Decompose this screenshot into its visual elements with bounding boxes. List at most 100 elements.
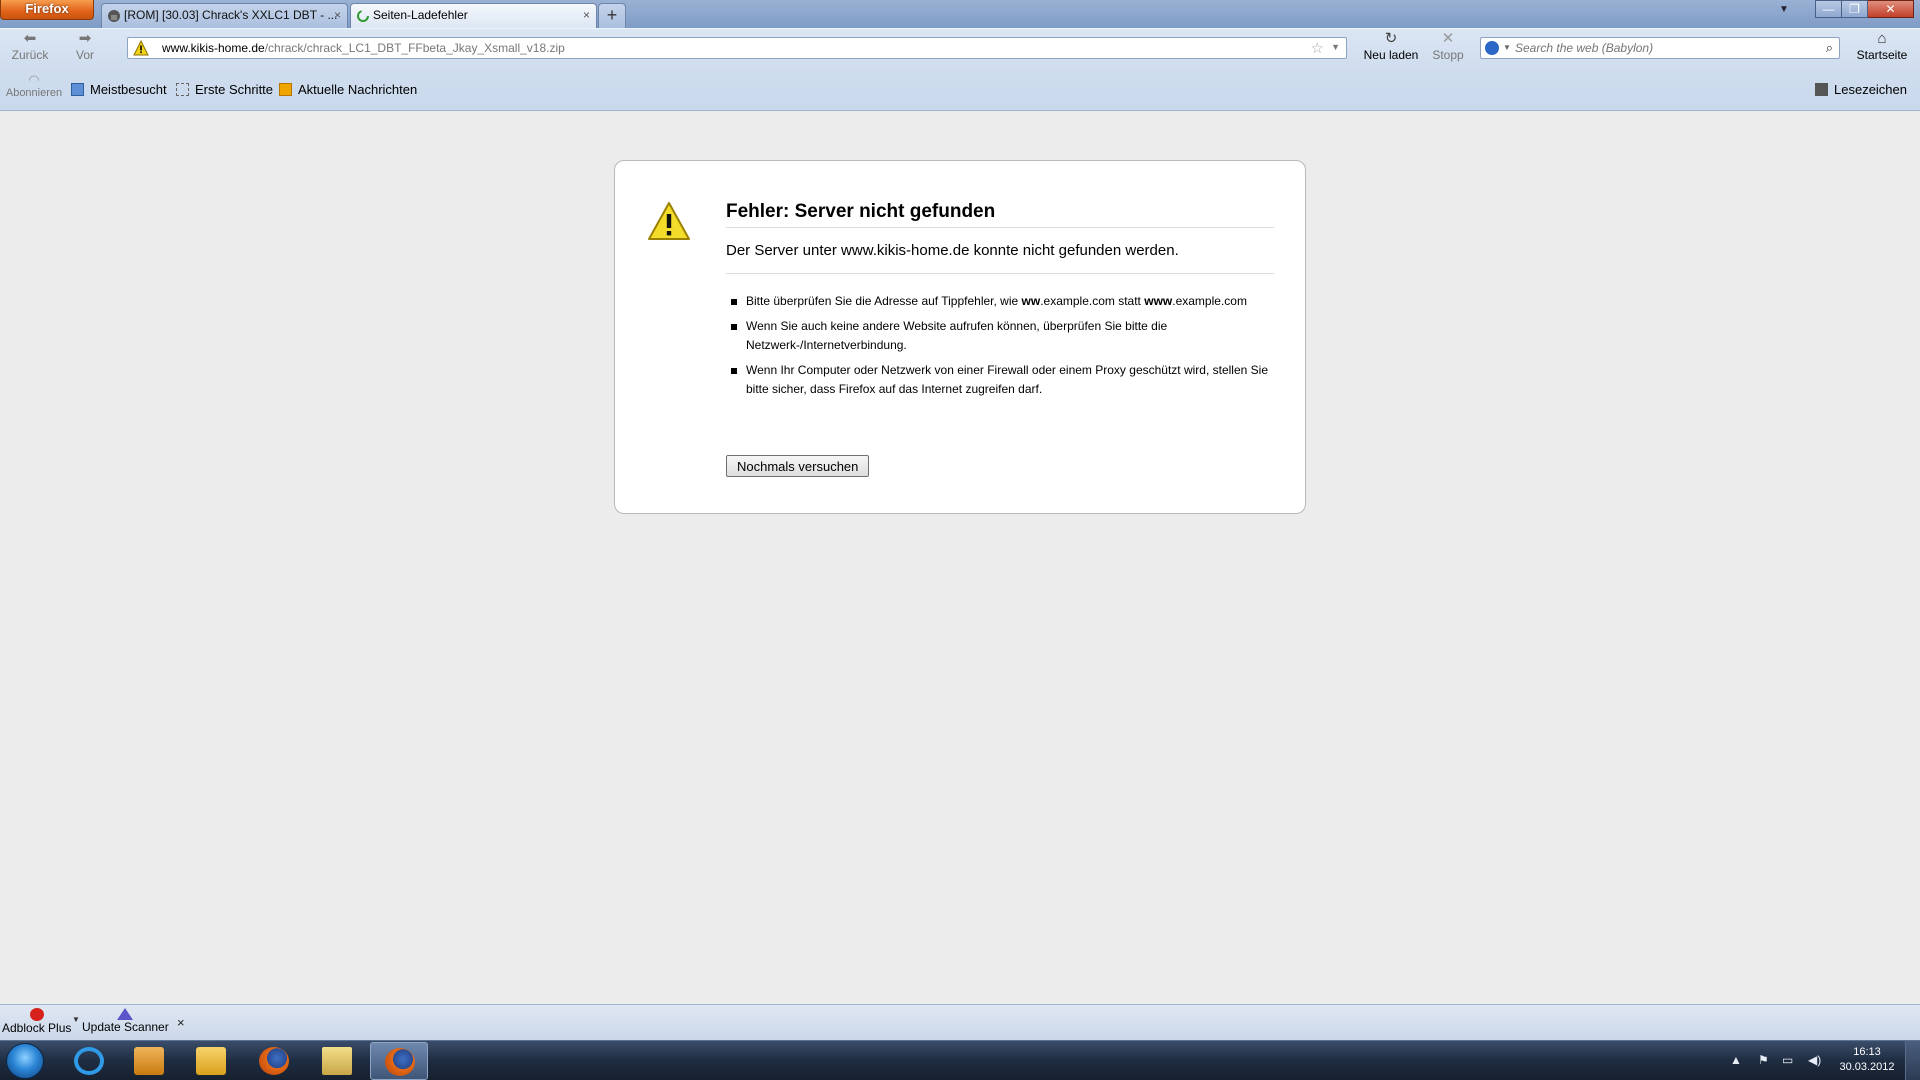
bookmark-getting-started[interactable]: Erste Schritte xyxy=(176,82,273,97)
show-hidden-icons-icon[interactable]: ▲ xyxy=(1730,1053,1742,1067)
clock-time: 16:13 xyxy=(1853,1046,1881,1058)
stop-label: Stopp xyxy=(1432,48,1464,62)
list-all-tabs-icon[interactable]: ▼ xyxy=(1779,4,1789,15)
tab-label: Seiten-Ladefehler xyxy=(373,8,468,22)
smart-folder-icon xyxy=(71,83,84,96)
error-panel: Fehler: Server nicht gefunden Der Server… xyxy=(614,160,1306,514)
home-button[interactable]: ⌂ Startseite xyxy=(1852,30,1912,63)
android-icon xyxy=(108,10,120,22)
error-title: Fehler: Server nicht gefunden xyxy=(726,201,1274,228)
taskbar-mail[interactable] xyxy=(182,1042,240,1080)
navigation-toolbar: ⬅ Zurück ➡ Vor www.kikis-home.de/chrack/… xyxy=(0,28,1920,68)
explorer-folder-icon xyxy=(322,1047,352,1075)
update-scanner-icon xyxy=(117,1008,134,1020)
firefox-menu-button[interactable]: Firefox xyxy=(0,0,94,20)
warning-icon xyxy=(133,40,149,56)
list-item: Wenn Sie auch keine andere Website aufru… xyxy=(726,317,1274,355)
reload-label: Neu laden xyxy=(1363,48,1419,62)
addon-bar-close-icon[interactable]: × xyxy=(177,1015,185,1030)
retry-button[interactable]: Nochmals versuchen xyxy=(726,455,870,477)
update-scanner-button[interactable]: Update Scanner xyxy=(82,1008,169,1034)
bookmark-label: Meistbesucht xyxy=(90,82,167,97)
list-item: Wenn Ihr Computer oder Netzwerk von eine… xyxy=(726,361,1274,399)
home-icon: ⌂ xyxy=(1877,30,1887,47)
addon-bar: Adblock Plus ▼ Update Scanner × xyxy=(0,1004,1920,1040)
error-description: Der Server unter www.kikis-home.de konnt… xyxy=(726,242,1274,274)
loading-spinner-icon xyxy=(357,10,369,22)
bookmarks-star-icon xyxy=(1815,83,1828,96)
blank-page-icon xyxy=(176,83,189,96)
bookmarks-menu-label: Lesezeichen xyxy=(1834,82,1907,97)
search-magnifier-icon[interactable]: ⌕ xyxy=(1826,40,1833,56)
forward-button[interactable]: ➡ Vor xyxy=(66,30,104,63)
taskbar-explorer[interactable] xyxy=(308,1042,366,1080)
subscribe-label: Abonnieren xyxy=(5,87,63,99)
addon-label: Update Scanner xyxy=(82,1020,169,1034)
tab-rom-thread[interactable]: [ROM] [30.03] Chrack's XXLC1 DBT - ... × xyxy=(101,3,348,28)
search-bar[interactable]: ▼ ⌕ xyxy=(1480,37,1840,59)
taskbar-media-player[interactable] xyxy=(120,1042,178,1080)
volume-icon[interactable]: ◀) xyxy=(1808,1053,1821,1067)
page-content: Fehler: Server nicht gefunden Der Server… xyxy=(0,112,1920,1004)
bookmark-latest-news[interactable]: Aktuelle Nachrichten xyxy=(279,82,417,97)
url-bar[interactable]: www.kikis-home.de/chrack/chrack_LC1_DBT_… xyxy=(127,37,1347,59)
bookmark-star-icon[interactable]: ☆ xyxy=(1311,39,1324,57)
engine-dropdown-icon[interactable]: ▼ xyxy=(1503,43,1511,52)
windows-taskbar: ▲ ⚑ ▭ ◀) 16:13 30.03.2012 xyxy=(0,1040,1920,1080)
stop-button[interactable]: ✕ Stopp xyxy=(1428,30,1468,63)
babylon-engine-icon[interactable] xyxy=(1485,41,1499,55)
tab-close-icon[interactable]: × xyxy=(583,4,590,27)
internet-explorer-icon xyxy=(74,1047,104,1075)
url-text: www.kikis-home.de/chrack/chrack_LC1_DBT_… xyxy=(162,41,565,55)
search-input[interactable] xyxy=(1515,41,1815,55)
maximize-button[interactable]: ❐ xyxy=(1842,0,1868,18)
media-player-icon xyxy=(134,1047,164,1075)
new-tab-button[interactable]: + xyxy=(598,3,626,28)
minimize-button[interactable]: — xyxy=(1815,0,1842,18)
live-feed-icon xyxy=(279,83,292,96)
clock-date: 30.03.2012 xyxy=(1839,1061,1895,1073)
abp-icon xyxy=(29,1008,44,1021)
show-desktop-button[interactable] xyxy=(1905,1041,1920,1080)
error-tips-list: Bitte überprüfen Sie die Adresse auf Tip… xyxy=(726,292,1274,405)
taskbar-firefox[interactable] xyxy=(245,1042,303,1080)
firefox-icon xyxy=(259,1047,289,1075)
reload-icon: ↻ xyxy=(1384,30,1398,47)
stop-icon: ✕ xyxy=(1441,30,1455,47)
bookmarks-menu-button[interactable]: Lesezeichen xyxy=(1815,82,1907,97)
firefox-active-icon xyxy=(385,1048,415,1076)
title-bar: Firefox [ROM] [30.03] Chrack's XXLC1 DBT… xyxy=(0,0,1920,28)
start-button[interactable] xyxy=(6,1043,44,1079)
url-host: www.kikis-home.de xyxy=(162,41,265,55)
taskbar-firefox-active[interactable] xyxy=(370,1042,428,1080)
subscribe-button[interactable]: ◠ Abonnieren xyxy=(2,72,66,99)
addon-label: Adblock Plus xyxy=(2,1021,72,1035)
bookmark-label: Erste Schritte xyxy=(195,82,274,97)
adblock-plus-button[interactable]: Adblock Plus xyxy=(2,1008,71,1035)
bookmarks-toolbar: ◠ Abonnieren Meistbesucht Erste Schritte… xyxy=(0,68,1920,111)
back-label: Zurück xyxy=(11,48,49,62)
back-button[interactable]: ⬅ Zurück xyxy=(8,30,52,63)
tab-page-load-error[interactable]: Seiten-Ladefehler × xyxy=(350,3,597,28)
list-item: Bitte überprüfen Sie die Adresse auf Tip… xyxy=(726,292,1274,311)
action-center-flag-icon[interactable]: ⚑ xyxy=(1758,1053,1769,1067)
home-label: Startseite xyxy=(1856,48,1908,62)
mail-icon xyxy=(196,1047,226,1075)
bookmark-label: Aktuelle Nachrichten xyxy=(298,82,418,97)
arrow-right-icon: ➡ xyxy=(78,30,92,47)
rss-feed-icon: ◠ xyxy=(28,72,40,87)
forward-label: Vor xyxy=(75,48,94,62)
network-icon[interactable]: ▭ xyxy=(1782,1053,1793,1067)
abp-dropdown-icon[interactable]: ▼ xyxy=(72,1015,80,1024)
close-window-button[interactable]: ✕ xyxy=(1868,0,1914,18)
url-path: /chrack/chrack_LC1_DBT_FFbeta_Jkay_Xsmal… xyxy=(264,41,565,55)
url-history-dropdown-icon[interactable]: ▼ xyxy=(1331,42,1340,52)
warning-triangle-icon xyxy=(648,202,690,240)
reload-button[interactable]: ↻ Neu laden xyxy=(1358,30,1424,63)
bookmark-most-visited[interactable]: Meistbesucht xyxy=(71,82,167,97)
tab-close-icon[interactable]: × xyxy=(334,4,341,27)
tab-label: [ROM] [30.03] Chrack's XXLC1 DBT - ... xyxy=(124,8,338,22)
taskbar-internet-explorer[interactable] xyxy=(60,1042,118,1080)
taskbar-clock[interactable]: 16:13 30.03.2012 xyxy=(1836,1045,1898,1075)
arrow-left-icon: ⬅ xyxy=(23,30,37,47)
